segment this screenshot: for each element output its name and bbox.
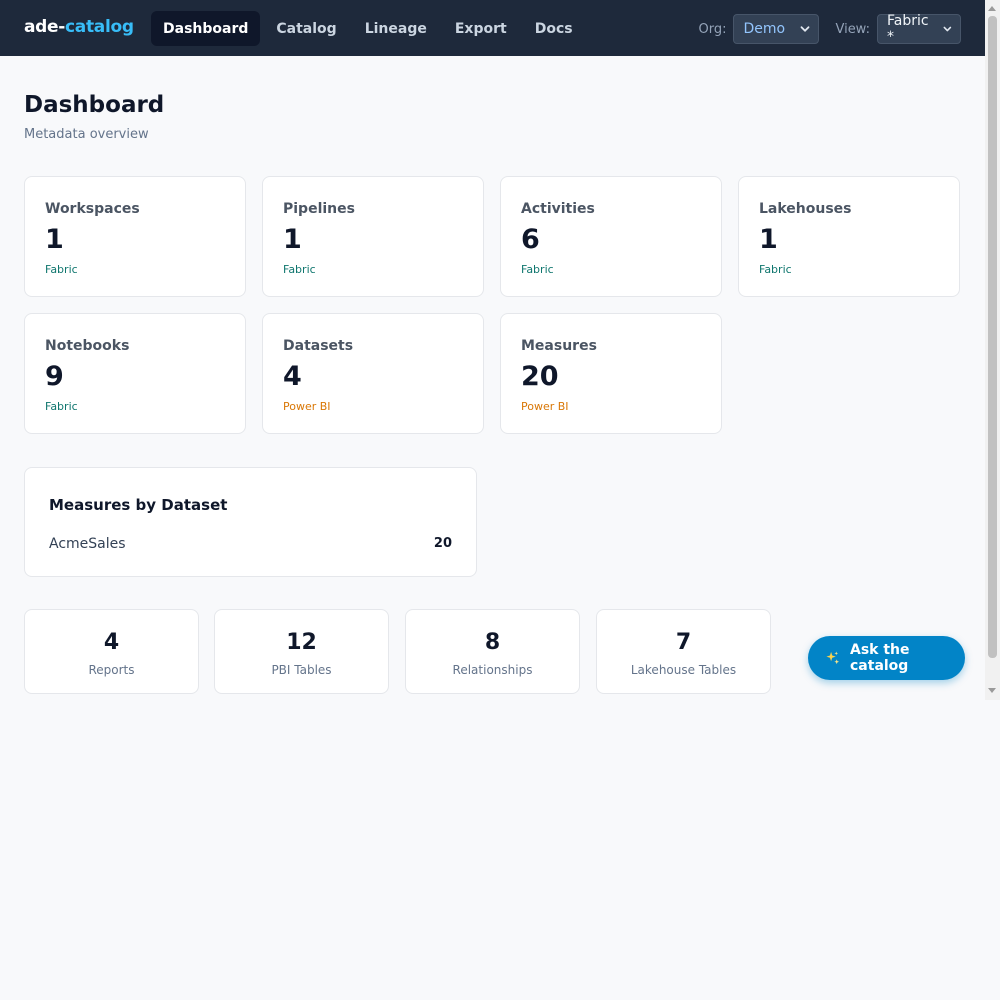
nav-docs[interactable]: Docs (523, 11, 585, 46)
stat-label: Pipelines (283, 201, 355, 217)
dataset-name[interactable]: AcmeSales (49, 536, 126, 552)
view-value: Fabric * (887, 13, 929, 45)
page-subtitle: Metadata overview (24, 127, 149, 142)
summary-label: PBI Tables (271, 663, 332, 677)
stat-value: 1 (45, 224, 64, 255)
stat-source: Fabric (45, 263, 78, 276)
scroll-thumb[interactable] (988, 16, 997, 658)
stat-card-measures[interactable]: Measures 20 Power BI (500, 313, 722, 434)
main-nav: Dashboard Catalog Lineage Export Docs (151, 11, 589, 46)
measures-by-dataset-panel: Measures by Dataset AcmeSales 20 (24, 467, 477, 577)
view-label: View: (835, 21, 870, 37)
view-select[interactable]: Fabric * (877, 13, 961, 45)
brand-suffix: catalog (65, 17, 134, 37)
sparkles-icon (826, 651, 840, 665)
stat-label: Lakehouses (759, 201, 852, 217)
nav-export[interactable]: Export (443, 11, 519, 46)
summary-card-lakehouse-tables[interactable]: 7 Lakehouse Tables (596, 609, 771, 694)
stat-label: Measures (521, 338, 597, 354)
summary-card-reports[interactable]: 4 Reports (24, 609, 199, 694)
org-select[interactable]: Demo (733, 14, 820, 44)
summary-value: 4 (103, 630, 120, 655)
stat-source: Fabric (283, 263, 316, 276)
stat-source: Fabric (521, 263, 554, 276)
stat-card-lakehouses[interactable]: Lakehouses 1 Fabric (738, 176, 960, 297)
ask-catalog-label: Ask the catalog (850, 642, 910, 674)
org-value: Demo (743, 21, 786, 37)
stat-card-pipelines[interactable]: Pipelines 1 Fabric (262, 176, 484, 297)
stat-label: Notebooks (45, 338, 130, 354)
summary-value: 12 (286, 630, 317, 655)
summary-label: Reports (88, 663, 135, 677)
chevron-down-icon (801, 26, 810, 32)
ask-catalog-button[interactable]: Ask the catalog (808, 636, 965, 680)
stat-source: Fabric (45, 400, 78, 413)
vertical-scrollbar[interactable] (985, 0, 1000, 700)
stat-card-activities[interactable]: Activities 6 Fabric (500, 176, 722, 297)
nav-dashboard[interactable]: Dashboard (151, 11, 261, 46)
stat-source: Fabric (759, 263, 792, 276)
stat-label: Workspaces (45, 201, 140, 217)
summary-value: 7 (675, 630, 692, 655)
stat-source: Power BI (521, 400, 569, 413)
top-navbar: ade-catalog Dashboard Catalog Lineage Ex… (0, 0, 985, 56)
stat-card-datasets[interactable]: Datasets 4 Power BI (262, 313, 484, 434)
stat-value: 1 (283, 224, 302, 255)
summary-card-pbi-tables[interactable]: 12 PBI Tables (214, 609, 389, 694)
brand-prefix: ade- (24, 17, 66, 37)
stat-value: 4 (283, 361, 302, 392)
stat-card-workspaces[interactable]: Workspaces 1 Fabric (24, 176, 246, 297)
stat-source: Power BI (283, 400, 331, 413)
summary-label: Lakehouse Tables (630, 663, 737, 677)
top-controls: Org: Demo View: Fabric * (698, 13, 961, 45)
nav-catalog[interactable]: Catalog (264, 11, 348, 46)
stat-value: 9 (45, 361, 64, 392)
brand-logo[interactable]: ade-catalog (24, 17, 134, 37)
stat-value: 6 (521, 224, 540, 255)
page-title: Dashboard (24, 92, 165, 118)
stat-value: 20 (521, 361, 559, 392)
org-label: Org: (698, 21, 727, 37)
scroll-up-arrow-icon[interactable] (988, 6, 996, 11)
stat-label: Datasets (283, 338, 354, 354)
dataset-measure-count: 20 (433, 536, 452, 551)
nav-lineage[interactable]: Lineage (353, 11, 439, 46)
chevron-down-icon (943, 26, 952, 32)
summary-card-relationships[interactable]: 8 Relationships (405, 609, 580, 694)
scroll-down-arrow-icon[interactable] (988, 688, 996, 693)
stat-card-notebooks[interactable]: Notebooks 9 Fabric (24, 313, 246, 434)
summary-value: 8 (484, 630, 501, 655)
summary-label: Relationships (452, 663, 533, 677)
stat-value: 1 (759, 224, 778, 255)
panel-title: Measures by Dataset (49, 496, 228, 514)
stat-label: Activities (521, 201, 595, 217)
